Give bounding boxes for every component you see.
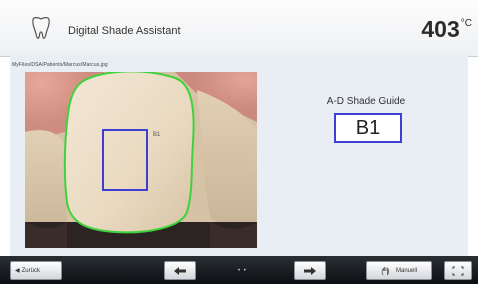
manual-button-label: Manuell <box>395 267 417 274</box>
fullscreen-icon <box>452 266 464 275</box>
fullscreen-button[interactable] <box>444 261 472 280</box>
file-path: MyFiles/DSA/Patients/Marcus/Marcus.jpg <box>12 62 108 68</box>
selection-marker-label: B1 <box>153 132 161 138</box>
next-button[interactable] <box>294 261 326 280</box>
manual-button[interactable]: Manuell <box>366 261 432 280</box>
shade-guide-label: A-D Shade Guide <box>326 96 406 107</box>
arrow-left-icon <box>174 266 186 275</box>
arrow-right-icon <box>304 266 316 275</box>
app-title: Digital Shade Assistant <box>68 25 181 37</box>
temperature-value: 403 <box>421 16 460 42</box>
header-bar: Digital Shade Assistant 403°C <box>0 0 478 57</box>
previous-button[interactable] <box>164 261 196 280</box>
back-button[interactable]: ◀ Zurück <box>10 261 62 280</box>
page-indicator: • • <box>238 268 247 274</box>
tooth-icon <box>32 17 50 39</box>
temperature-display: 403°C <box>421 16 472 43</box>
tooth-photo[interactable]: B1 <box>25 72 257 248</box>
back-arrow-icon: ◀ <box>15 268 20 274</box>
hand-icon <box>381 266 390 276</box>
back-button-label: Zurück <box>21 267 40 274</box>
temperature-unit: °C <box>460 18 472 29</box>
shade-result: B1 <box>334 113 402 143</box>
